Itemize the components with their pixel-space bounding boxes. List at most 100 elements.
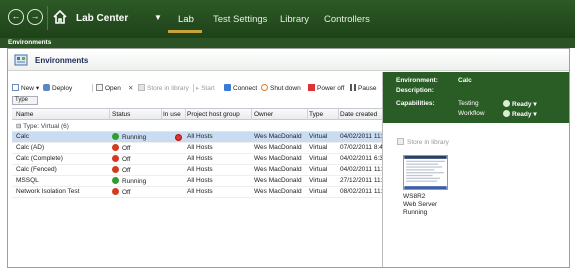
status-text: Off (122, 145, 131, 152)
cell-host-group: All Hosts (187, 144, 213, 151)
library-icon (138, 84, 145, 91)
cell-name: Calc (16, 133, 30, 140)
forward-arrow-icon[interactable]: → (27, 9, 43, 25)
table-row[interactable]: Calc (Complete) Off All Hosts Wes MacDonald… (12, 154, 382, 165)
description-label: Description: (396, 87, 434, 94)
start-label: Start (201, 85, 215, 92)
cell-host-group: All Hosts (187, 133, 213, 140)
cell-date: 04/02/2011 11:09 (340, 166, 382, 173)
connect-button[interactable]: Connect (224, 84, 257, 92)
details-pane: Environment: Calc Description: Capabilit… (382, 72, 569, 267)
cell-name: Calc (AD) (16, 144, 45, 151)
store-in-library-button[interactable]: Store in library (138, 84, 189, 92)
toolbar-separator (92, 84, 93, 92)
power-off-button[interactable]: Power off (308, 84, 344, 92)
column-header-status[interactable]: Status (112, 111, 130, 118)
table-row[interactable]: Calc (Fenced) Off All Hosts Wes MacDonald Vi… (12, 165, 382, 176)
running-icon (112, 133, 119, 140)
shut-down-button[interactable]: Shut down (261, 84, 301, 92)
off-icon (112, 144, 119, 151)
poweroff-label: Power off (317, 85, 345, 92)
table-header: Name Status In use Project host group Ow… (12, 108, 382, 120)
cell-name: Network Isolation Test (16, 188, 80, 195)
back-arrow-icon[interactable]: ← (8, 9, 24, 25)
ready-icon (503, 100, 510, 107)
column-header-project-host-group[interactable]: Project host group (187, 111, 240, 118)
cell-type: Virtual (309, 166, 328, 173)
deploy-label: Deploy (52, 85, 73, 92)
cell-owner: Wes MacDonald (254, 188, 302, 195)
open-button[interactable]: Open (96, 84, 121, 92)
capabilities-label: Capabilities: (396, 100, 435, 107)
cell-type: Virtual (309, 177, 328, 184)
vm-name: WS8R2 (403, 193, 426, 200)
delete-button[interactable]: ✕ (128, 84, 133, 92)
column-header-date-created[interactable]: Date created (340, 111, 377, 118)
chevron-down-icon[interactable]: ▼ (154, 13, 162, 22)
chevron-down-icon: ▾ (533, 101, 537, 108)
vm-role: Web Server (403, 201, 438, 208)
column-divider[interactable] (109, 109, 110, 120)
column-header-type[interactable]: Type (309, 111, 323, 118)
open-label: Open (105, 85, 121, 92)
cell-status: Off (112, 166, 160, 174)
ready-label: Ready (512, 111, 532, 118)
collapse-icon[interactable]: ⊟ (16, 123, 21, 130)
panel-header: Environments (8, 49, 569, 71)
in-use-icon (175, 134, 182, 141)
column-divider[interactable] (185, 109, 186, 120)
environments-panel: Environments New ▾ Deploy Open ✕ Store i… (7, 48, 570, 268)
table-row[interactable]: Network Isolation Test Off All Hosts Wes Ma… (12, 187, 382, 198)
capability-workflow-status[interactable]: Ready ▾ (503, 110, 537, 118)
cell-status: Off (112, 144, 160, 152)
tab-test-settings[interactable]: Test Settings (213, 14, 267, 25)
home-icon[interactable] (52, 9, 68, 25)
new-button[interactable]: New ▾ (12, 84, 39, 92)
table-row[interactable]: Calc (AD) Off All Hosts Wes MacDonald Virtua… (12, 143, 382, 154)
status-text: Off (122, 189, 131, 196)
column-divider[interactable] (307, 109, 308, 120)
toolbar-separator (193, 84, 194, 92)
pause-label: Pause (358, 85, 377, 92)
ready-label: Ready (512, 101, 532, 108)
tab-lab[interactable]: Lab (178, 14, 194, 25)
column-divider[interactable] (251, 109, 252, 120)
group-text: Type: Virtual (6) (23, 123, 69, 130)
shutdown-icon (261, 84, 268, 91)
deploy-button[interactable]: Deploy (43, 84, 72, 92)
store-in-library-link[interactable]: Store in library (397, 138, 449, 146)
nav-separator (47, 6, 48, 30)
group-by-chip[interactable]: Type (12, 96, 38, 105)
column-divider[interactable] (161, 109, 162, 120)
column-divider[interactable] (338, 109, 339, 120)
column-header-in-use[interactable]: In use (163, 111, 181, 118)
start-button[interactable]: ▸ Start (196, 84, 215, 92)
app-title: Lab Center (76, 13, 129, 24)
connect-label: Connect (233, 85, 258, 92)
environment-icon (14, 54, 28, 66)
chevron-down-icon: ▾ (35, 85, 40, 92)
table-row[interactable]: MSSQL Running All Hosts Wes MacDonald Virtua… (12, 176, 382, 187)
pause-button[interactable]: Pause (350, 84, 376, 92)
library-icon (397, 138, 404, 145)
capability-testing-status[interactable]: Ready ▾ (503, 100, 537, 108)
power-off-icon (308, 84, 315, 91)
environment-value: Calc (458, 77, 472, 84)
group-label: ⊟ Type: Virtual (6) (16, 122, 69, 130)
table-row[interactable]: Calc Running All Hosts Wes MacDonald Virtual… (12, 132, 382, 143)
environment-list-pane: New ▾ Deploy Open ✕ Store in library ▸ S… (8, 72, 382, 267)
group-header-row[interactable]: ⊟ Type: Virtual (6) (12, 120, 382, 132)
vm-thumbnail[interactable] (403, 155, 448, 190)
store-label: Store in library (147, 85, 189, 92)
off-icon (112, 155, 119, 162)
capability-testing: Testing (458, 100, 479, 107)
cell-owner: Wes MacDonald (254, 166, 302, 173)
column-header-name[interactable]: Name (16, 111, 33, 118)
play-icon: ▸ (196, 85, 200, 92)
status-text: Off (122, 167, 131, 174)
tab-library[interactable]: Library (280, 14, 309, 25)
connect-icon (224, 84, 231, 91)
tab-controllers[interactable]: Controllers (324, 14, 370, 25)
breadcrumb[interactable]: Environments (8, 39, 51, 46)
column-header-owner[interactable]: Owner (254, 111, 273, 118)
